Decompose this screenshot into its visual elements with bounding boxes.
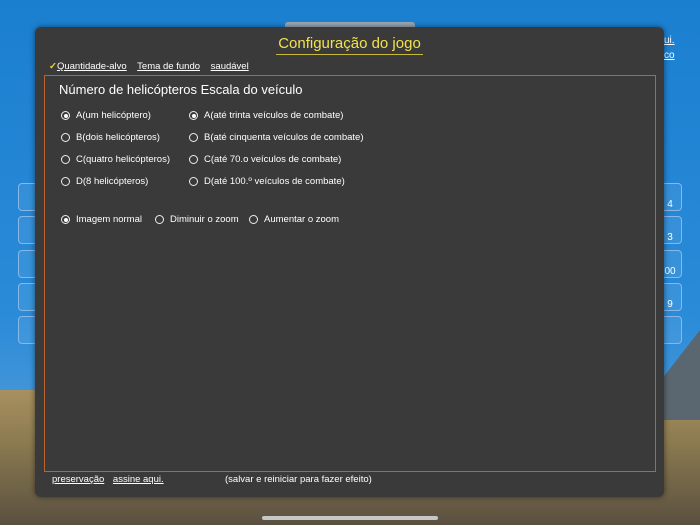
radio-icon[interactable] [61,215,70,224]
radio-icon[interactable] [61,133,70,142]
edge-link-2[interactable]: co [664,50,675,61]
tab-health[interactable]: saudável [211,61,249,72]
option-label: B(até cinquenta veículos de combate) [204,132,364,143]
radio-icon[interactable] [189,133,198,142]
option-label: A(um helicóptero) [76,110,151,121]
option-vehicles-d[interactable]: D(até 100.º veículos de combate) [189,176,345,187]
side-counter-value: 4 [667,199,673,210]
option-vehicles-b[interactable]: B(até cinquenta veículos de combate) [189,132,363,143]
settings-tabs: ✓Quantidade-alvo Tema de fundo saudável [49,61,257,72]
option-label: A(até trinta veículos de combate) [204,110,344,121]
option-label: Imagem normal [76,214,142,225]
side-counter-value: 3 [667,232,673,243]
radio-icon[interactable] [61,111,70,120]
option-helicopters-b[interactable]: B(dois helicópteros) [61,132,160,143]
restart-note: (salvar e reiniciar para fazer efeito) [225,474,372,485]
check-icon: ✓ [49,61,57,72]
tab-background-theme[interactable]: Tema de fundo [137,61,200,72]
radio-icon[interactable] [61,177,70,186]
option-label: Diminuir o zoom [170,214,239,225]
option-helicopters-d[interactable]: D(8 helicópteros) [61,176,148,187]
settings-panel: Número de helicópteros Escala do veículo… [44,75,656,472]
option-label: D(até 100.º veículos de combate) [204,176,345,187]
option-zoom-normal[interactable]: Imagem normal [61,214,142,225]
option-label: C(quatro helicópteros) [76,154,170,165]
option-label: B(dois helicópteros) [76,132,160,143]
dialog-title: Configuração do jogo [35,35,664,55]
dialog-footer: preservação assine aqui. (salvar e reini… [52,474,372,485]
option-helicopters-a[interactable]: A(um helicóptero) [61,110,151,121]
radio-icon[interactable] [189,155,198,164]
option-label: Aumentar o zoom [264,214,339,225]
radio-icon[interactable] [189,177,198,186]
section-title: Número de helicópteros Escala do veículo [59,82,303,97]
settings-dialog: Configuração do jogo ✓Quantidade-alvo Te… [35,27,664,497]
dialog-title-text: Configuração do jogo [276,35,423,55]
tab-target-quantity[interactable]: Quantidade-alvo [57,61,127,72]
option-vehicles-a[interactable]: A(até trinta veículos de combate) [189,110,343,121]
side-counter-value: 9 [667,299,673,310]
home-indicator [262,516,438,520]
radio-icon[interactable] [249,215,258,224]
edge-link-1[interactable]: ui. [664,35,675,46]
option-label: D(8 helicópteros) [76,176,149,187]
option-helicopters-c[interactable]: C(quatro helicópteros) [61,154,170,165]
option-zoom-out[interactable]: Diminuir o zoom [155,214,239,225]
side-counter-value: 00 [664,266,676,277]
subscribe-link[interactable]: assine aqui. [113,474,164,485]
option-vehicles-c[interactable]: C(até 70.o veículos de combate) [189,154,341,165]
radio-icon[interactable] [189,111,198,120]
save-link[interactable]: preservação [52,474,104,485]
option-label: C(até 70.o veículos de combate) [204,154,342,165]
radio-icon[interactable] [155,215,164,224]
option-zoom-in[interactable]: Aumentar o zoom [249,214,339,225]
radio-icon[interactable] [61,155,70,164]
